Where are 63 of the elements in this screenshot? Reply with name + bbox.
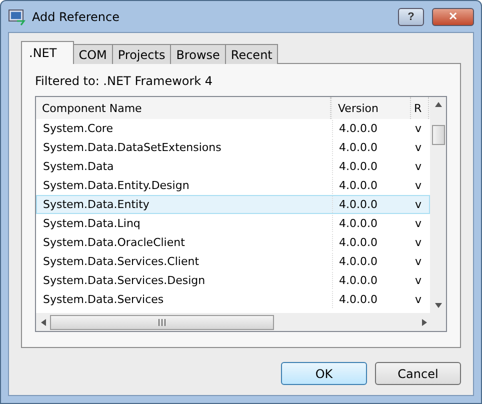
table-cell-text: System.Data.DataSetExtensions xyxy=(42,141,222,154)
table-row[interactable]: System.Core 4.0.0.0 v xyxy=(36,119,430,138)
table-row[interactable]: System.Data.Entity 4.0.0.0 v xyxy=(36,195,430,214)
table-cell-text: v xyxy=(414,293,423,306)
table-cell: 4.0.0.0 xyxy=(332,234,412,251)
horizontal-scrollbar[interactable] xyxy=(36,313,446,331)
window-title: Add Reference xyxy=(32,10,120,24)
table-cell: 4.0.0.0 xyxy=(332,139,412,156)
scroll-left-icon[interactable] xyxy=(41,318,46,326)
table-row[interactable]: System.Data.Services.Design 4.0.0.0 v xyxy=(36,271,430,290)
table-cell-text: System.Data xyxy=(42,160,115,173)
scroll-thumb[interactable] xyxy=(50,314,274,330)
tab[interactable]: Recent xyxy=(224,44,278,64)
tab[interactable]: Projects xyxy=(112,44,172,64)
table-cell: 4.0.0.0 xyxy=(332,120,412,137)
scroll-up-icon[interactable] xyxy=(434,102,442,107)
tab[interactable]: Browse xyxy=(170,44,226,64)
table-cell-text: v xyxy=(414,160,423,173)
scroll-thumb[interactable] xyxy=(432,125,444,145)
table-cell-text: v xyxy=(414,274,423,287)
table-cell: 4.0.0.0 xyxy=(332,158,412,175)
table-row[interactable]: System.Data.Services 4.0.0.0 v xyxy=(36,290,430,309)
table-cell: 4.0.0.0 xyxy=(332,177,412,194)
table-cell-text: v xyxy=(414,179,423,192)
table-cell-text: System.Data.Linq xyxy=(42,217,142,230)
table-row[interactable]: System.Data 4.0.0.0 v xyxy=(36,157,430,176)
table-cell: 4.0.0.0 xyxy=(332,291,412,308)
table-cell-text: v xyxy=(414,122,423,135)
table-row[interactable]: System.Data.OracleClient 4.0.0.0 v xyxy=(36,233,430,252)
table-cell: 4.0.0.0 xyxy=(332,215,412,232)
table-row[interactable]: System.Data.Services.Client 4.0.0.0 v xyxy=(36,252,430,271)
cancel-button[interactable]: Cancel xyxy=(375,362,461,385)
help-button[interactable]: ? xyxy=(398,8,424,26)
table-cell-text: System.Data.Services.Client xyxy=(42,255,200,268)
table-cell-text: v xyxy=(414,255,423,268)
table-cell-text: System.Data.OracleClient xyxy=(42,236,186,249)
table-cell-text: v xyxy=(414,141,423,154)
table-row[interactable]: System.Data.DataSetExtensions 4.0.0.0 v xyxy=(36,138,430,157)
tab[interactable]: .NET xyxy=(21,41,74,64)
column-header[interactable]: Version xyxy=(331,97,411,119)
ok-button[interactable]: OK xyxy=(281,362,367,385)
filter-label: Filtered to: .NET Framework 4 xyxy=(35,74,214,88)
table-cell-text: System.Data.Services xyxy=(42,293,165,306)
table-cell-text: v xyxy=(414,217,423,230)
table-row[interactable]: System.Data.Entity.Design 4.0.0.0 v xyxy=(36,176,430,195)
table-cell-text: System.Data.Entity.Design xyxy=(42,179,190,192)
column-header[interactable]: R xyxy=(411,97,429,119)
app-icon xyxy=(8,8,26,26)
table-cell: 4.0.0.0 xyxy=(332,196,412,213)
table-cell: 4.0.0.0 xyxy=(332,253,412,270)
vertical-scrollbar[interactable] xyxy=(430,97,446,313)
table-cell: 4.0.0.0 xyxy=(332,272,412,289)
table-cell-text: System.Data.Entity xyxy=(42,198,150,211)
table-cell-text: v xyxy=(414,198,423,211)
tab[interactable]: COM xyxy=(72,44,113,64)
table-row[interactable]: System.Data.Linq 4.0.0.0 v xyxy=(36,214,430,233)
grip-icon xyxy=(158,318,166,326)
table-cell-text: System.Data.Services.Design xyxy=(42,274,206,287)
table-cell-text: v xyxy=(414,236,423,249)
table-cell-text: System.Core xyxy=(42,122,114,135)
column-header[interactable]: Component Name xyxy=(36,97,331,119)
scroll-right-icon[interactable] xyxy=(422,318,427,326)
scroll-down-icon[interactable] xyxy=(434,303,442,308)
